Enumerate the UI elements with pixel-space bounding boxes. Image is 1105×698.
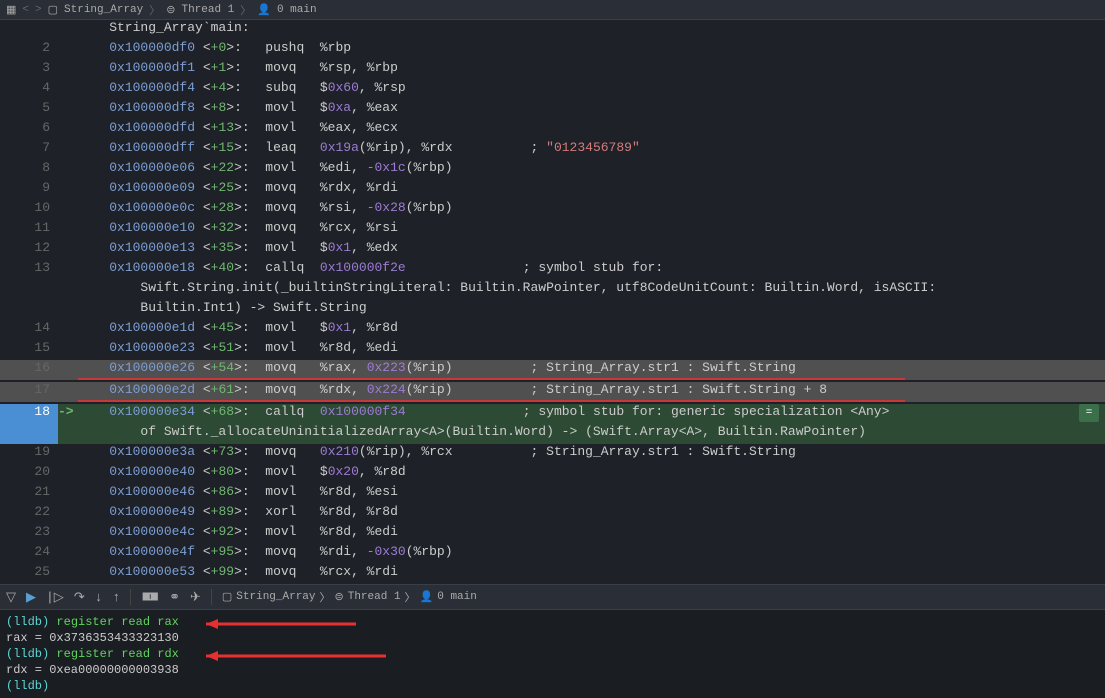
asm-line[interactable]: 14 0x100000e1d <+45>: movl $0x1, %r8d bbox=[0, 320, 1105, 340]
asm-line[interactable]: 24 0x100000e4f <+95>: movq %rdi, -0x30(%… bbox=[0, 544, 1105, 564]
console-output: rax = 0x3736353433323130 bbox=[6, 630, 1099, 646]
line-number[interactable]: 10 bbox=[0, 200, 58, 220]
line-number[interactable]: 15 bbox=[0, 340, 58, 360]
line-number[interactable]: 7 bbox=[0, 140, 58, 160]
step-out-icon[interactable]: ↑ bbox=[113, 590, 121, 605]
grid-icon[interactable]: ▦ bbox=[6, 3, 16, 17]
lldb-prompt: (lldb) bbox=[6, 615, 49, 629]
line-number[interactable]: 2 bbox=[0, 40, 58, 60]
asm-line[interactable]: 20 0x100000e40 <+80>: movl $0x20, %r8d bbox=[0, 464, 1105, 484]
simulate-location-icon[interactable]: ✈ bbox=[190, 590, 201, 605]
line-number[interactable]: 25 bbox=[0, 564, 58, 584]
breakpoint-icon[interactable]: ▶ bbox=[26, 590, 36, 605]
asm-line[interactable]: 16 0x100000e26 <+54>: movq %rax, 0x223(%… bbox=[0, 360, 1105, 380]
line-number[interactable]: 3 bbox=[0, 60, 58, 80]
asm-line[interactable]: 11 0x100000e10 <+32>: movq %rcx, %rsi bbox=[0, 220, 1105, 240]
asm-line[interactable]: 3 0x100000df1 <+1>: movq %rsp, %rbp bbox=[0, 60, 1105, 80]
line-number[interactable]: 6 bbox=[0, 120, 58, 140]
line-number[interactable]: 21 bbox=[0, 484, 58, 504]
bc-project[interactable]: String_Array bbox=[64, 4, 143, 16]
console-output: rdx = 0xea00000000003938 bbox=[6, 662, 1099, 678]
line-number[interactable]: 5 bbox=[0, 100, 58, 120]
asm-line[interactable]: 7 0x100000dff <+15>: leaq 0x19a(%rip), %… bbox=[0, 140, 1105, 160]
step-into-icon[interactable]: ↓ bbox=[95, 590, 103, 605]
asm-line[interactable]: 6 0x100000dfd <+13>: movl %eax, %ecx bbox=[0, 120, 1105, 140]
asm-line[interactable]: 8 0x100000e06 <+22>: movl %edi, -0x1c(%r… bbox=[0, 160, 1105, 180]
top-breadcrumb[interactable]: ▦ < > ▢String_Array 〉 ⊜Thread 1 〉 👤0 mai… bbox=[0, 0, 1105, 20]
bc-frame[interactable]: 0 main bbox=[277, 4, 317, 16]
asm-line[interactable]: 4 0x100000df4 <+4>: subq $0x60, %rsp bbox=[0, 80, 1105, 100]
hide-debug-icon[interactable]: ▽ bbox=[6, 590, 16, 605]
debug-breadcrumb[interactable]: ▢String_Array 〉 ⊜Thread 1 〉 👤0 main bbox=[222, 589, 477, 605]
line-number[interactable]: 4 bbox=[0, 80, 58, 100]
line-number[interactable] bbox=[0, 20, 58, 40]
line-number[interactable]: 14 bbox=[0, 320, 58, 340]
line-number[interactable] bbox=[0, 300, 58, 320]
line-number[interactable]: 12 bbox=[0, 240, 58, 260]
asm-line[interactable]: 17 0x100000e2d <+61>: movq %rdx, 0x224(%… bbox=[0, 382, 1105, 402]
chevron-left-icon[interactable]: < bbox=[22, 4, 29, 16]
asm-line[interactable]: 10 0x100000e0c <+28>: movq %rsi, -0x28(%… bbox=[0, 200, 1105, 220]
asm-line[interactable]: 12 0x100000e13 <+35>: movl $0x1, %edx bbox=[0, 240, 1105, 260]
line-number[interactable]: 18 bbox=[0, 404, 58, 424]
line-number[interactable]: 13 bbox=[0, 260, 58, 280]
asm-line[interactable]: String_Array`main: bbox=[0, 20, 1105, 40]
lldb-prompt: (lldb) bbox=[6, 647, 49, 661]
asm-line[interactable]: Builtin.Int1) -> Swift.String bbox=[0, 300, 1105, 320]
line-number[interactable]: 24 bbox=[0, 544, 58, 564]
line-number[interactable]: 11 bbox=[0, 220, 58, 240]
step-over-icon[interactable]: ↷ bbox=[74, 590, 85, 605]
line-number[interactable] bbox=[0, 424, 58, 444]
line-number[interactable]: 16 bbox=[0, 360, 58, 380]
disassembly-view[interactable]: String_Array`main:2 0x100000df0 <+0>: pu… bbox=[0, 20, 1105, 584]
asm-line[interactable]: 2 0x100000df0 <+0>: pushq %rbp bbox=[0, 40, 1105, 60]
debug-toolbar: ▽ ▶ |▷ ↷ ↓ ↑ 🀰 ⚭ ✈ ▢String_Array 〉 ⊜Thre… bbox=[0, 584, 1105, 610]
asm-line[interactable]: 9 0x100000e09 <+25>: movq %rdx, %rdi bbox=[0, 180, 1105, 200]
lldb-prompt: (lldb) bbox=[6, 679, 49, 693]
line-number[interactable] bbox=[0, 280, 58, 300]
line-number[interactable]: 22 bbox=[0, 504, 58, 524]
lldb-console[interactable]: (lldb) register read rax rax = 0x3736353… bbox=[0, 610, 1105, 698]
asm-line[interactable]: 5 0x100000df8 <+8>: movl $0xa, %eax bbox=[0, 100, 1105, 120]
line-number[interactable]: 8 bbox=[0, 160, 58, 180]
line-number[interactable]: 9 bbox=[0, 180, 58, 200]
asm-line[interactable]: 19 0x100000e3a <+73>: movq 0x210(%rip), … bbox=[0, 444, 1105, 464]
asm-line[interactable]: of Swift._allocateUninitializedArray<A>(… bbox=[0, 424, 1105, 444]
asm-line[interactable]: 22 0x100000e49 <+89>: xorl %r8d, %r8d bbox=[0, 504, 1105, 524]
line-number[interactable]: 19 bbox=[0, 444, 58, 464]
equals-button[interactable]: = bbox=[1079, 404, 1099, 422]
bc-thread[interactable]: Thread 1 bbox=[181, 4, 234, 16]
pc-arrow-icon: -> bbox=[58, 404, 78, 424]
debug-view-icon[interactable]: 🀰 bbox=[141, 590, 159, 605]
line-number[interactable]: 20 bbox=[0, 464, 58, 484]
asm-line[interactable]: 15 0x100000e23 <+51>: movl %r8d, %edi bbox=[0, 340, 1105, 360]
lldb-command: register read rax bbox=[56, 615, 178, 629]
continue-icon[interactable]: |▷ bbox=[46, 590, 64, 605]
lldb-command: register read rdx bbox=[56, 647, 178, 661]
asm-line[interactable]: Swift.String.init(_builtinStringLiteral:… bbox=[0, 280, 1105, 300]
line-number[interactable]: 17 bbox=[0, 382, 58, 402]
line-number[interactable]: 23 bbox=[0, 524, 58, 544]
asm-line[interactable]: 18-> 0x100000e34 <+68>: callq 0x100000f3… bbox=[0, 404, 1105, 424]
debug-memory-icon[interactable]: ⚭ bbox=[169, 590, 180, 605]
asm-line[interactable]: 21 0x100000e46 <+86>: movl %r8d, %esi bbox=[0, 484, 1105, 504]
asm-line[interactable]: 23 0x100000e4c <+92>: movl %r8d, %edi bbox=[0, 524, 1105, 544]
asm-line[interactable]: 13 0x100000e18 <+40>: callq 0x100000f2e … bbox=[0, 260, 1105, 280]
asm-line[interactable]: 25 0x100000e53 <+99>: movq %rcx, %rdi bbox=[0, 564, 1105, 584]
